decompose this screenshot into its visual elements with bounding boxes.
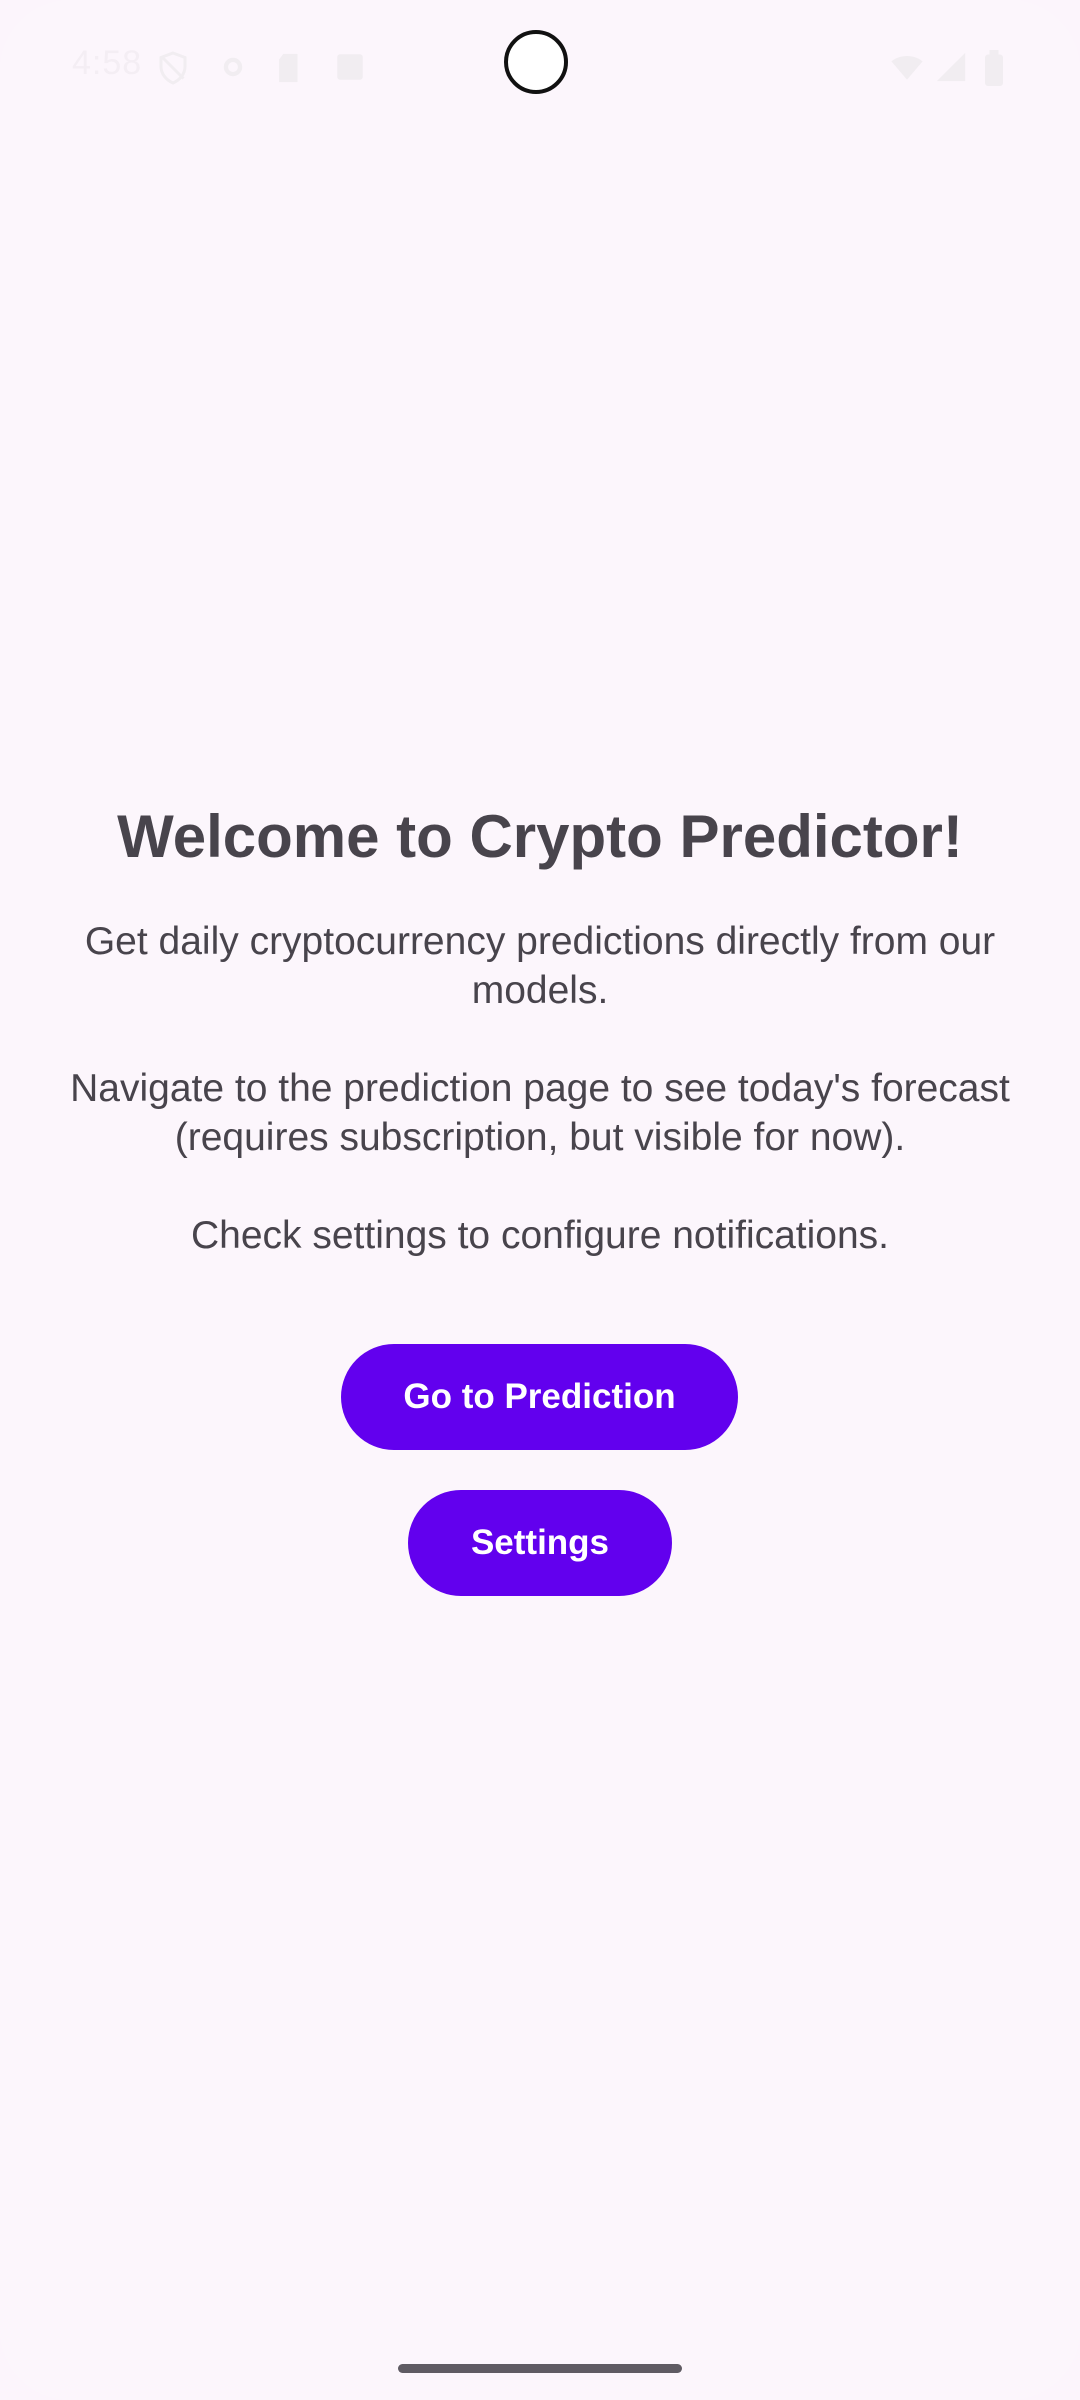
- gesture-nav-handle[interactable]: [398, 2364, 682, 2373]
- page-title: Welcome to Crypto Predictor!: [117, 803, 963, 870]
- go-to-prediction-button[interactable]: Go to Prediction: [341, 1344, 738, 1450]
- image-icon: [337, 54, 363, 80]
- sd-card-icon: [279, 53, 298, 83]
- wifi-icon: [891, 56, 923, 80]
- battery-icon: [985, 50, 1003, 86]
- welcome-content: Welcome to Crypto Predictor! Get daily c…: [0, 795, 1080, 1260]
- welcome-description: Get daily cryptocurrency predictions dir…: [70, 920, 1010, 1257]
- app-screen: 4:58 Welcome to Crypto Predictor! Get da…: [0, 0, 1080, 2400]
- gear-icon: [223, 57, 243, 77]
- signal-icon: [936, 52, 966, 82]
- status-time: 4:58: [72, 44, 143, 82]
- shield-icon: [159, 51, 187, 85]
- camera-cutout: [504, 30, 568, 94]
- settings-button[interactable]: Settings: [408, 1490, 672, 1596]
